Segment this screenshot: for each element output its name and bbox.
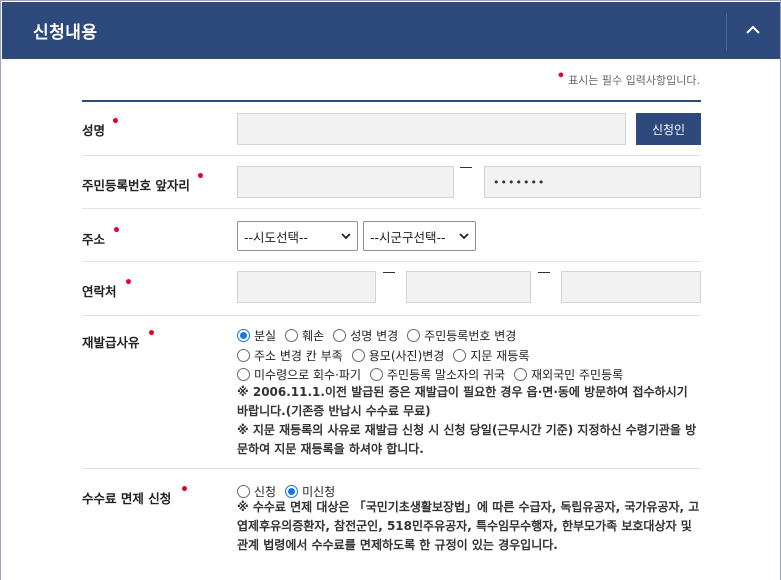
radio-checked[interactable] [237, 329, 250, 342]
reason-option-rrn-change[interactable]: 주민등록번호 변경 [407, 327, 516, 344]
contact-part1-input[interactable] [237, 271, 376, 303]
reason-option-overseas[interactable]: 재외국민 주민등록 [514, 366, 623, 383]
option-label: 미수령으로 회수·파기 [254, 368, 361, 382]
dash-separator [538, 272, 550, 273]
radio-checked[interactable] [285, 485, 299, 498]
option-label: 주민등록 말소자의 귀국 [387, 368, 506, 382]
chevron-up-icon [746, 25, 760, 34]
radio-unchecked[interactable] [333, 329, 347, 342]
reason-option-damaged[interactable]: 훼손 [285, 327, 324, 344]
reason-options-row1: 분실 훼손 성명 변경 주민등록번호 변경 [237, 327, 525, 344]
reason-option-name-change[interactable]: 성명 변경 [333, 327, 398, 344]
fee-label: 수수료 면제 신청 • [82, 482, 189, 506]
name-input[interactable] [237, 113, 626, 145]
required-note-text: 표시는 필수 입력사항입니다. [568, 74, 700, 87]
radio-unchecked[interactable] [237, 368, 250, 381]
fee-note: ※ 수수료 면제 대상은 「국민기초생활보장법」에 따른 수급자, 독립유공자,… [237, 500, 700, 552]
rrn-front-input[interactable] [237, 166, 454, 198]
option-label: 재외국민 주민등록 [531, 368, 624, 382]
reason-option-fingerprint[interactable]: 지문 재등록 [453, 347, 529, 364]
collapse-button[interactable] [727, 2, 780, 59]
sido-select[interactable]: --시도선택-- [237, 221, 358, 251]
form-top-line [82, 100, 701, 102]
address-label: 주소 • [82, 223, 121, 247]
option-label: 용모(사진)변경 [368, 349, 445, 363]
rrn-label-text: 주민등록번호 앞자리 [82, 178, 190, 193]
option-label: 분실 [254, 329, 277, 343]
radio-unchecked[interactable] [351, 349, 365, 362]
reason-options-row2: 주소 변경 칸 부족 용모(사진)변경 지문 재등록 [237, 347, 538, 364]
applicant-button[interactable]: 신청인 [636, 113, 701, 145]
radio-unchecked[interactable] [453, 349, 467, 362]
row-divider [82, 315, 701, 316]
sigungu-select-value: --시군구선택-- [370, 229, 446, 245]
dash-separator [383, 272, 395, 273]
contact-part3-input[interactable] [561, 271, 701, 303]
rrn-back-input[interactable]: ••••••• [484, 166, 701, 198]
option-label: 주소 변경 칸 부족 [254, 349, 343, 363]
required-note: • 표시는 필수 입력사항입니다. [556, 69, 700, 88]
row-divider [82, 208, 701, 209]
radio-unchecked[interactable] [514, 368, 528, 381]
reason-option-lost[interactable]: 분실 [237, 327, 276, 344]
sido-select-value: --시도선택-- [244, 229, 309, 245]
reason-option-unreceived[interactable]: 미수령으로 회수·파기 [237, 366, 361, 383]
reason-options-row3: 미수령으로 회수·파기 주민등록 말소자의 귀국 재외국민 주민등록 [237, 366, 632, 383]
option-label: 주민등록번호 변경 [424, 329, 517, 343]
reason-label: 재발급사유 • [82, 326, 156, 350]
row-divider [82, 261, 701, 262]
required-dot-icon: • [556, 69, 566, 84]
option-label: 성명 변경 [350, 329, 399, 343]
reason-option-photo-change[interactable]: 용모(사진)변경 [351, 347, 445, 364]
application-form-panel: 신청내용 • 표시는 필수 입력사항입니다. 성명 • 신청인 주민등록번호 앞자리… [0, 0, 781, 580]
fee-label-text: 수수료 면제 신청 [82, 491, 172, 506]
radio-unchecked[interactable] [285, 329, 299, 342]
row-divider [82, 155, 701, 156]
rrn-label: 주민등록번호 앞자리 • [82, 169, 205, 193]
name-label: 성명 • [82, 114, 120, 138]
name-label-text: 성명 [82, 123, 106, 138]
chevron-down-icon [459, 233, 469, 240]
radio-unchecked[interactable] [407, 329, 421, 342]
contact-label-text: 연락처 [82, 284, 117, 299]
contact-label: 연락처 • [82, 275, 133, 299]
radio-unchecked[interactable] [237, 349, 250, 362]
option-label: 훼손 [302, 329, 325, 343]
reason-note-2: ※ 지문 재등록의 사유로 재발급 신청 시 신청 당일(근무시간 기준) 지정… [237, 423, 697, 456]
radio-unchecked[interactable] [237, 485, 250, 498]
address-label-text: 주소 [82, 232, 106, 247]
dash-separator [460, 167, 472, 168]
section-title: 신청내용 [33, 23, 98, 43]
reason-label-text: 재발급사유 [82, 335, 140, 350]
reason-option-return[interactable]: 주민등록 말소자의 귀국 [370, 366, 505, 383]
row-divider [82, 468, 701, 469]
option-label: 지문 재등록 [470, 349, 530, 363]
reason-note-1: ※ 2006.11.1.이전 발급된 증은 재발급이 필요한 경우 읍·면·동에… [237, 385, 688, 418]
sigungu-select[interactable]: --시군구선택-- [363, 221, 476, 251]
radio-unchecked[interactable] [370, 368, 383, 381]
section-header: 신청내용 [2, 2, 780, 59]
chevron-down-icon [341, 233, 351, 240]
contact-part2-input[interactable] [406, 271, 531, 303]
reason-option-address-space[interactable]: 주소 변경 칸 부족 [237, 347, 343, 364]
